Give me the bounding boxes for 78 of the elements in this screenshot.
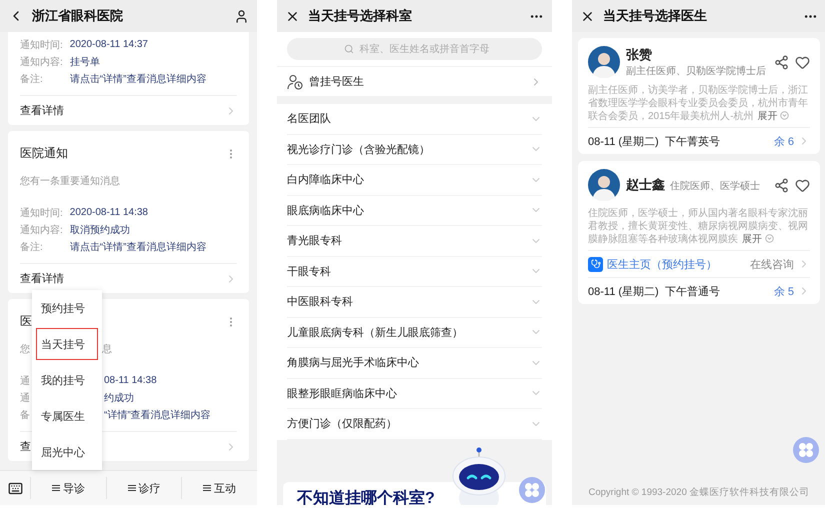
doctor-name: 张赞 (626, 46, 652, 64)
department-item[interactable]: 名医团队 (287, 104, 542, 134)
slot-time: 08-11 (星期二) 下午菁英号 (588, 134, 721, 148)
department-item[interactable]: 眼整形眼眶病临床中心 (287, 378, 542, 409)
department-item[interactable]: 白内障临床中心 (287, 165, 542, 196)
notice-description: 您 (20, 343, 30, 356)
doctor-homepage-link[interactable]: 医生主页（预约挂号） (607, 256, 746, 272)
person-icon[interactable] (234, 8, 249, 24)
online-consult-link[interactable]: 在线咨询 (750, 256, 794, 272)
screen-title: 当天挂号选择医生 (603, 7, 708, 25)
field-label: 通 (20, 392, 30, 404)
doctor-title: 副主任医师、贝勒医学院博士后 (626, 64, 766, 78)
field-label: 备注: (20, 240, 43, 254)
doctor-bio: 副主任医师，访美学者，贝勒医学院博士后，浙江省数理医学学会眼科专业委员会委员，杭州市青年联合会委员，2015年最美杭州人-杭州 展开 (588, 84, 809, 123)
department-item[interactable]: 方便门诊（仅限配药） (287, 409, 542, 440)
expand-link[interactable]: 展开 (742, 234, 762, 245)
field-value: 请点击“详情”查看消息详细内容 (70, 72, 206, 86)
field-value: 08-11 14:38 (104, 375, 157, 386)
notice-description: 您有一条重要通知消息 (20, 174, 120, 188)
field-label: 备 (20, 408, 30, 422)
share-icon[interactable] (774, 178, 789, 192)
expand-link[interactable]: 展开 (758, 111, 778, 122)
menu-tab[interactable]: 互动 (181, 477, 257, 499)
menu-icon (203, 484, 212, 492)
apps-icon (524, 482, 540, 498)
department-item[interactable]: 青光眼专科 (287, 226, 542, 256)
menu-icon (52, 484, 60, 492)
doctor-title: 住院医师、医学硕士 (670, 180, 760, 193)
notice-description: 息 (102, 342, 112, 356)
department-item[interactable]: 眼底病临床中心 (287, 196, 542, 226)
doctor-bio: 住院医师，医学硕士，师从国内著名眼科专家沈丽君教授，擅长黄斑变性、糖尿病视网膜病变、视网膜静脉阻塞等各种玻璃体视网膜疾 展开 (588, 207, 809, 246)
field-value: 2020-08-11 14:37 (70, 39, 148, 50)
field-value: 2020-08-11 14:38 (70, 207, 148, 218)
avatar (588, 169, 620, 201)
expand-icon (764, 234, 774, 243)
share-icon[interactable] (774, 54, 789, 70)
card-title: 医 (20, 313, 32, 330)
field-value: 挂号单 (70, 56, 100, 68)
field-label: 通知内容: (20, 56, 63, 68)
field-label: 通知时间: (20, 38, 63, 52)
apps-icon (798, 442, 814, 458)
menu-tab[interactable]: 导诊 (30, 477, 106, 499)
field-label: 通知内容: (20, 224, 63, 236)
field-value: 请点击“详情”查看消息详细内容 (70, 240, 206, 254)
remaining-slots[interactable]: 余 5 (774, 284, 794, 298)
field-value: 取消预约成功 (70, 224, 130, 236)
avatar (588, 46, 620, 78)
doctor-clock-icon (287, 74, 303, 90)
heart-icon[interactable] (795, 178, 810, 192)
department-item[interactable]: 视光诊疗门诊（含验光配镜） (287, 134, 542, 165)
search-field[interactable]: 科室、医生姓名或拼音首字母 (287, 38, 542, 60)
search-icon (344, 44, 354, 54)
slot-time: 08-11 (星期二) 下午普通号 (588, 284, 721, 298)
menu-item[interactable]: 当天挂号 (36, 328, 98, 360)
field-label: 通 (20, 374, 30, 388)
stethoscope-icon (588, 256, 603, 272)
field-label: 通知时间: (20, 206, 63, 220)
department-item[interactable]: 干眼专科 (287, 256, 542, 287)
screen-title: 当天挂号选择科室 (308, 7, 413, 25)
details-link[interactable]: 查看详情 (20, 95, 237, 125)
screen-title: 浙江省眼科医院 (32, 7, 124, 25)
remaining-slots[interactable]: 余 6 (774, 134, 794, 148)
card-title: 医院通知 (20, 145, 68, 162)
keyboard-icon[interactable] (8, 480, 22, 496)
recent-doctors-label: 曾挂号医生 (309, 75, 365, 89)
doctor-name: 赵士鑫 (626, 176, 665, 194)
copyright: Copyright © 1993-2020 金蝶医疗软件科技有限公司 (588, 486, 810, 499)
department-item[interactable]: 角膜病与屈光手术临床中心 (287, 348, 542, 378)
expand-icon (780, 111, 790, 120)
menu-icon (128, 484, 136, 492)
menu-tab[interactable]: 诊疗 (106, 477, 182, 499)
field-value: 约成功 (104, 392, 134, 404)
field-value: “详情”查看消息详细内容 (104, 408, 211, 422)
heart-icon[interactable] (795, 54, 810, 70)
field-label: 备注: (20, 72, 43, 86)
department-item[interactable]: 中医眼科专科 (287, 287, 542, 318)
recent-doctors-row[interactable]: 曾挂号医生 (277, 66, 552, 96)
department-item[interactable]: 儿童眼底病专科（新生儿眼底筛查） (287, 318, 542, 348)
